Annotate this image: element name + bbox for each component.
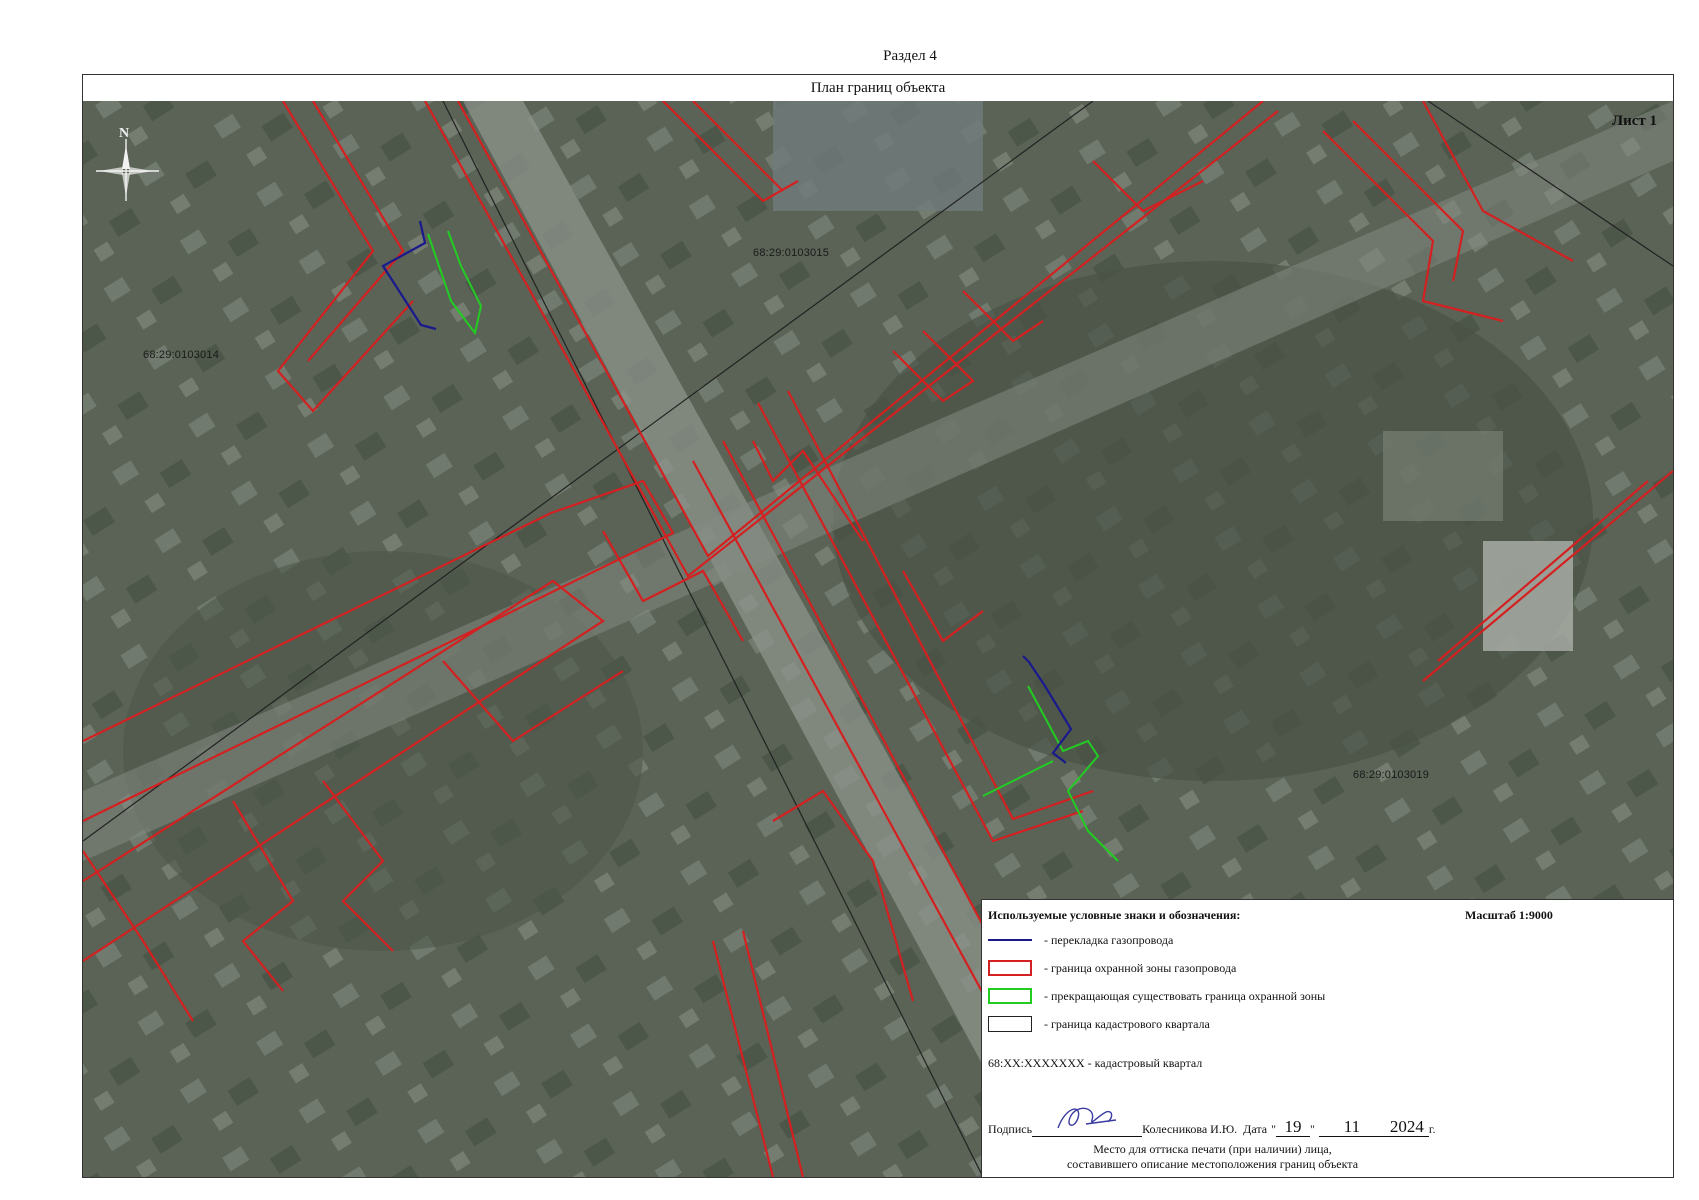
section-title: Раздел 4 — [883, 48, 937, 64]
signature-label: Подпись — [988, 1122, 1033, 1136]
legend-item: - граница кадастрового квартала — [988, 1014, 1210, 1034]
legend-panel: Используемые условные знаки и обозначени… — [981, 899, 1673, 1177]
legend-item-text: - прекращающая существовать граница охра… — [1044, 988, 1326, 1003]
year-suffix: г. — [1428, 1122, 1436, 1136]
handwritten-signature-icon — [1057, 1107, 1117, 1129]
stamp-note-line: составившего описание местоположения гра… — [1066, 1157, 1359, 1171]
plan-title: План границ объекта — [83, 75, 1673, 102]
green-box-symbol — [988, 988, 1032, 1004]
date-day: 19 — [1276, 1118, 1310, 1137]
legend-title: Используемые условные знаки и обозначени… — [988, 908, 1241, 922]
signature-field — [1032, 1107, 1143, 1137]
legend-item-text: - граница кадастрового квартала — [1044, 1016, 1210, 1031]
plan-frame: План границ объекта N Лист 1 68:29:01030… — [82, 74, 1674, 1178]
building-block — [773, 101, 983, 211]
red-box-symbol — [988, 960, 1032, 976]
building-block — [1383, 431, 1503, 521]
legend-item: - прекращающая существовать граница охра… — [988, 986, 1325, 1006]
north-arrow-icon: N — [96, 126, 159, 201]
signer-name: Колесникова И.Ю. — [1142, 1122, 1238, 1136]
legend-item: - перекладка газопровода — [988, 930, 1173, 950]
black-box-symbol — [988, 1016, 1032, 1032]
sheet-label: Лист 1 — [1611, 113, 1657, 129]
quarter-label: 68:29:0103014 — [143, 349, 220, 361]
legend-item: - граница охранной зоны газопровода — [988, 958, 1236, 978]
stamp-note-line: Место для оттиска печати (при наличии) л… — [1093, 1142, 1332, 1156]
stamp-note: Место для оттиска печати (при наличии) л… — [982, 1142, 1443, 1172]
signature-line: Подпись Колесникова И.Ю. Дата " 19 " 11 … — [988, 1107, 1436, 1137]
date-year: 2024 — [1384, 1118, 1429, 1137]
date-month: 11 — [1318, 1118, 1385, 1137]
quarter-label: 68:29:0103015 — [753, 247, 830, 259]
map-area: N Лист 1 68:29:0103015 68:29:0103014 68:… — [83, 101, 1673, 1177]
north-label: N — [119, 126, 129, 141]
legend-item-text: - граница охранной зоны газопровода — [1044, 960, 1237, 975]
map-scale: Масштаб 1:9000 — [1465, 908, 1553, 922]
legend-item-text: - перекладка газопровода — [1044, 932, 1174, 947]
blue-line-symbol — [988, 939, 1032, 941]
quarter-label: 68:29:0103019 — [1353, 769, 1430, 781]
date-label: Дата — [1243, 1122, 1268, 1136]
quarter-note: 68:XX:XXXXXXX - кадастровый квартал — [988, 1056, 1203, 1070]
